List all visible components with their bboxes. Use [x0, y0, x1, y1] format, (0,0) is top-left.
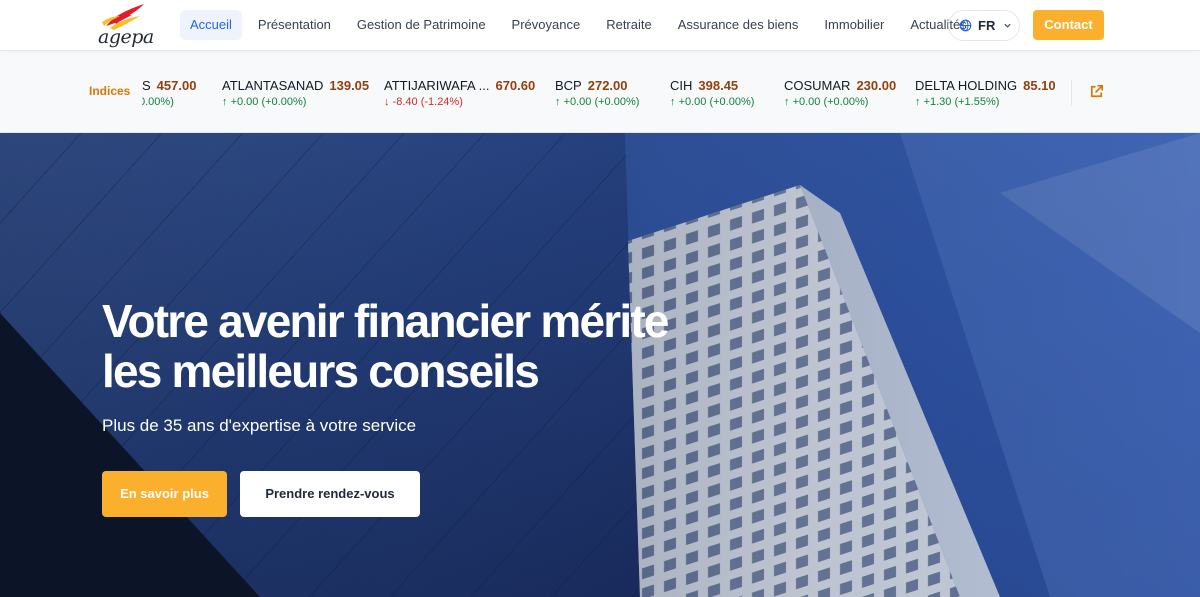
ticker-change: +0.00 (+0.00%)	[563, 96, 640, 108]
ticker-price: 85.10	[1023, 78, 1056, 93]
external-link-icon[interactable]	[1088, 83, 1105, 100]
ticker-symbol: CIH	[670, 78, 693, 93]
nav-item-retraite[interactable]: Retraite	[596, 10, 662, 40]
ticker-change: +0.00 (+0.00%)	[678, 96, 755, 108]
ticker-divider	[1071, 80, 1072, 106]
logo-text: agepa	[98, 26, 154, 48]
contact-button[interactable]: Contact	[1033, 10, 1104, 40]
language-label: FR	[978, 18, 996, 33]
main-nav: Accueil Présentation Gestion de Patrimoi…	[180, 10, 983, 40]
arrow-up-icon: ↑	[915, 96, 924, 108]
ticker-change: -8.40 (-1.24%)	[392, 96, 463, 108]
ticker-track: S 457.00 0.00%) ATLANTASANAD 139.05 ↑ +0.0…	[142, 52, 1060, 133]
ticker-price: 398.45	[698, 78, 739, 93]
learn-more-button[interactable]: En savoir plus	[102, 471, 227, 517]
ticker-change: +0.00 (+0.00%)	[230, 96, 307, 108]
hero-subtitle: Plus de 35 ans d'expertise à votre servi…	[102, 416, 417, 435]
chevron-down-icon	[1004, 23, 1011, 28]
ticker-symbol: DELTA HOLDING	[915, 78, 1018, 93]
nav-item-assurance-biens[interactable]: Assurance des biens	[668, 10, 809, 40]
hero-section: Votre avenir financier mérite les meille…	[0, 133, 1200, 597]
ticker-label: Indices	[89, 84, 131, 98]
ticker-price: 139.05	[329, 78, 370, 93]
book-appointment-button[interactable]: Prendre rendez-vous	[240, 471, 420, 517]
arrow-up-icon: ↑	[784, 96, 793, 108]
arrow-up-icon: ↑	[555, 96, 564, 108]
arrow-up-icon: ↑	[222, 96, 231, 108]
hero-title-line-1: Votre avenir financier mérite	[102, 295, 669, 347]
nav-item-gestion-patrimoine[interactable]: Gestion de Patrimoine	[347, 10, 496, 40]
nav-item-presentation[interactable]: Présentation	[248, 10, 341, 40]
ticker-symbol: ATTIJARIWAFA ...	[384, 78, 490, 93]
ticker-item[interactable]: DELTA HOLDING 85.10 ↑ +1.30 (+1.55%)	[915, 78, 1056, 110]
language-selector[interactable]: FR	[948, 10, 1020, 41]
ticker-change: 0.00%)	[142, 96, 174, 108]
ticker-item[interactable]: CIH 398.45 ↑ +0.00 (+0.00%)	[670, 78, 754, 110]
top-navbar: agepa Accueil Présentation Gestion de Pa…	[0, 0, 1200, 51]
ticker-item[interactable]: COSUMAR 230.00 ↑ +0.00 (+0.00%)	[784, 78, 896, 110]
ticker-symbol: COSUMAR	[784, 78, 851, 93]
ticker-change: +1.30 (+1.55%)	[923, 96, 1000, 108]
ticker-symbol: S	[142, 78, 151, 93]
ticker-symbol: ATLANTASANAD	[222, 78, 324, 93]
ticker-price: 230.00	[856, 78, 897, 93]
arrow-up-icon: ↑	[670, 96, 679, 108]
ticker-price: 670.60	[495, 78, 536, 93]
nav-item-prevoyance[interactable]: Prévoyance	[502, 10, 591, 40]
ticker-price: 272.00	[587, 78, 628, 93]
nav-item-immobilier[interactable]: Immobilier	[814, 10, 894, 40]
nav-item-accueil[interactable]: Accueil	[180, 10, 242, 40]
market-ticker: Indices S 457.00 0.00%) ATLANTASANAD 139.0…	[0, 52, 1200, 133]
agepa-logo[interactable]: agepa	[96, 2, 154, 48]
ticker-change: +0.00 (+0.00%)	[792, 96, 869, 108]
arrow-down-icon: ↓	[384, 96, 393, 108]
ticker-item[interactable]: ATTIJARIWAFA ... 670.60 ↓ -8.40 (-1.24%)	[384, 78, 535, 110]
ticker-item[interactable]: S 457.00 0.00%)	[142, 78, 196, 110]
globe-icon	[959, 19, 972, 32]
ticker-item[interactable]: BCP 272.00 ↑ +0.00 (+0.00%)	[555, 78, 639, 110]
hero-title-line-2: les meilleurs conseils	[102, 345, 540, 397]
ticker-price: 457.00	[156, 78, 197, 93]
ticker-symbol: BCP	[555, 78, 582, 93]
hero-title: Votre avenir financier mérite les meille…	[102, 296, 802, 396]
ticker-item[interactable]: ATLANTASANAD 139.05 ↑ +0.00 (+0.00%)	[222, 78, 369, 110]
